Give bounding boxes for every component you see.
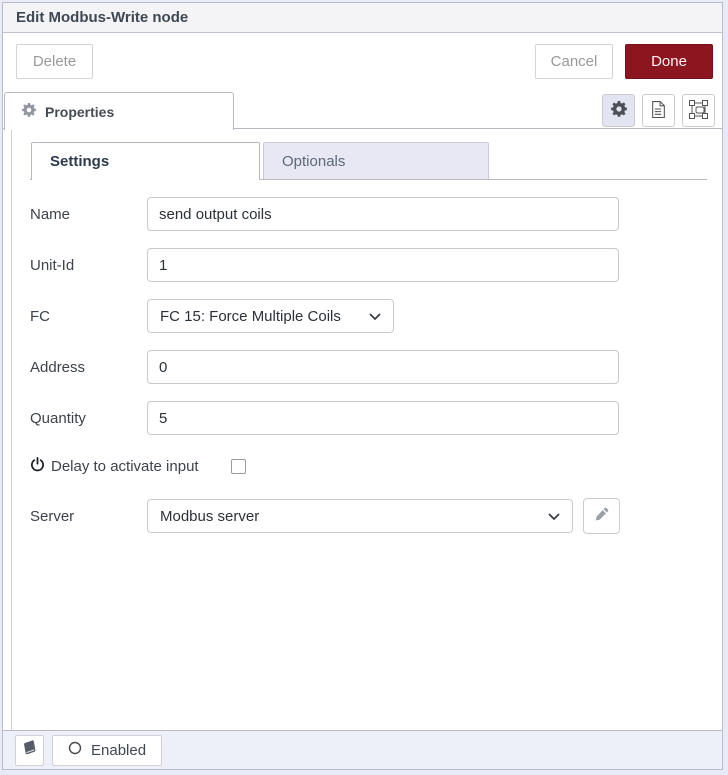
server-select-value: Modbus server — [160, 507, 260, 525]
tab-settings-label: Settings — [50, 153, 110, 170]
properties-tab-bar: Properties — [3, 90, 722, 130]
enabled-toggle-button[interactable]: Enabled — [52, 734, 163, 766]
delete-button[interactable]: Delete — [16, 44, 93, 79]
fc-label: FC — [30, 307, 50, 325]
node-properties-button[interactable] — [602, 94, 635, 127]
address-label: Address — [30, 358, 86, 376]
form-row-delay: Delay to activate input — [30, 455, 722, 477]
node-appearance-icon — [689, 99, 708, 122]
form-row-address: Address — [30, 350, 722, 384]
cancel-button[interactable]: Cancel — [535, 44, 613, 79]
fc-select-value: FC 15: Force Multiple Coils — [160, 307, 341, 325]
dialog-form: Settings Optionals Name Unit-Id FC FC 15… — [11, 129, 722, 730]
unit-id-label: Unit-Id — [30, 256, 75, 274]
quantity-input[interactable] — [147, 401, 619, 435]
enabled-label: Enabled — [91, 741, 147, 759]
tab-settings[interactable]: Settings — [31, 142, 260, 180]
dialog-footer: Enabled — [3, 730, 722, 769]
book-icon — [22, 740, 38, 760]
edit-node-dialog: Edit Modbus-Write node Delete Cancel Don… — [2, 2, 723, 770]
chevron-down-icon — [369, 308, 381, 325]
fc-select[interactable]: FC 15: Force Multiple Coils — [147, 299, 394, 333]
delay-label-text: Delay to activate input — [51, 457, 199, 475]
unit-id-input[interactable] — [147, 248, 619, 282]
form-row-name: Name — [30, 197, 722, 231]
done-button[interactable]: Done — [625, 44, 713, 79]
node-appearance-button[interactable] — [682, 94, 715, 127]
form-tab-bar: Settings Optionals — [30, 142, 707, 180]
node-description-button[interactable] — [642, 94, 675, 127]
server-label: Server — [30, 507, 75, 525]
docs-button[interactable] — [15, 734, 44, 766]
tab-optionals-label: Optionals — [282, 152, 346, 170]
delay-checkbox[interactable] — [231, 458, 246, 474]
chevron-down-icon — [548, 508, 560, 525]
document-icon — [651, 100, 666, 121]
gear-icon — [22, 103, 36, 120]
gear-icon — [610, 101, 627, 120]
server-select[interactable]: Modbus server — [147, 499, 573, 533]
enabled-circle-icon — [68, 741, 82, 759]
power-icon — [30, 456, 45, 476]
form-row-fc: FC FC 15: Force Multiple Coils — [30, 299, 722, 333]
delay-label: Delay to activate input — [30, 456, 231, 476]
tab-optionals[interactable]: Optionals — [263, 142, 489, 179]
name-label: Name — [30, 205, 71, 223]
address-input[interactable] — [147, 350, 619, 384]
dialog-title: Edit Modbus-Write node — [3, 3, 722, 33]
form-row-unit-id: Unit-Id — [30, 248, 722, 282]
edit-server-button[interactable] — [583, 498, 620, 534]
editor-icon-toolbar — [602, 94, 715, 127]
form-row-server: Server Modbus server — [30, 498, 722, 534]
form-row-quantity: Quantity — [30, 401, 722, 435]
dialog-toolbar: Delete Cancel Done — [3, 33, 722, 90]
pencil-icon — [594, 507, 609, 525]
quantity-label: Quantity — [30, 409, 86, 427]
tab-properties[interactable]: Properties — [4, 92, 234, 130]
name-input[interactable] — [147, 197, 619, 231]
tab-properties-label: Properties — [45, 103, 115, 120]
